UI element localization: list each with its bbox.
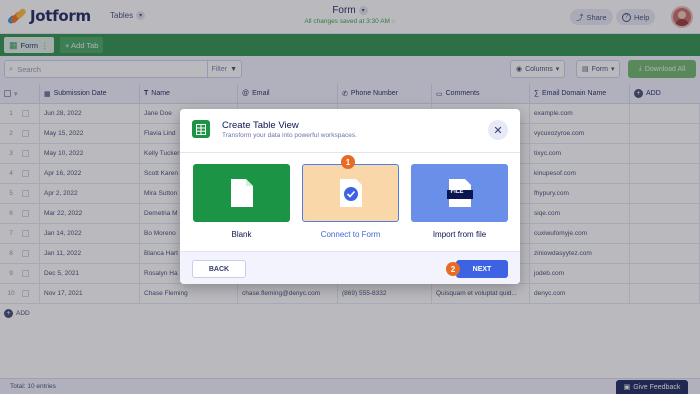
import-from-file-label: Import from file [432, 230, 487, 239]
step-badge-1: 1 [341, 155, 355, 169]
blank-option[interactable] [193, 164, 290, 222]
connect-to-form-label: Connect to Form [320, 230, 381, 239]
divider [180, 152, 520, 153]
blank-label: Blank [231, 230, 252, 239]
file-icon-label: FILE [450, 189, 464, 195]
dialog-footer: BACK NEXT [180, 251, 520, 284]
dialog-title: Create Table View [222, 120, 299, 131]
form-check-icon [339, 179, 362, 207]
close-icon[interactable]: ✕ [488, 120, 508, 140]
back-button[interactable]: BACK [192, 260, 246, 278]
blank-document-icon [230, 179, 253, 207]
connect-to-form-option[interactable] [302, 164, 399, 222]
dialog-subtitle: Transform your data into powerful worksp… [222, 132, 357, 139]
step-badge-2: 2 [446, 262, 460, 276]
create-table-view-dialog: Create Table View Transform your data in… [180, 109, 520, 284]
table-icon [192, 120, 210, 138]
next-button[interactable]: NEXT [456, 260, 508, 278]
